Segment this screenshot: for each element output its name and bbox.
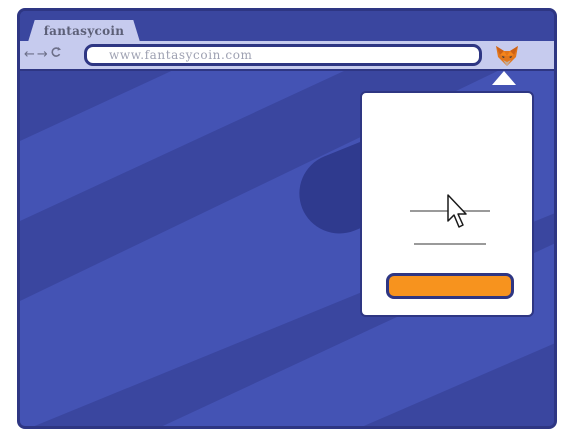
- back-button[interactable]: ←: [24, 45, 35, 65]
- tab-title: fantasycoin: [43, 24, 125, 38]
- popup-text-line: [414, 243, 486, 245]
- fox-extension-icon[interactable]: [494, 43, 520, 69]
- extension-popup: [360, 91, 534, 317]
- url-text: www.fantasycoin.com: [109, 48, 253, 62]
- tab-bar: fantasycoin: [20, 11, 554, 42]
- address-bar[interactable]: www.fantasycoin.com: [84, 44, 482, 66]
- browser-tab[interactable]: fantasycoin: [28, 20, 140, 42]
- mouse-cursor-icon: [447, 194, 467, 228]
- reload-button[interactable]: [50, 45, 62, 65]
- popup-action-button[interactable]: [386, 273, 514, 299]
- reload-icon: [51, 47, 61, 57]
- forward-button[interactable]: →: [37, 45, 48, 65]
- browser-toolbar: ← → www.fantasycoin.com: [20, 41, 554, 71]
- popup-caret: [492, 71, 516, 85]
- nav-buttons: ← →: [24, 45, 62, 65]
- browser-window: fantasycoin ← → www.fantasycoin.com: [17, 8, 557, 429]
